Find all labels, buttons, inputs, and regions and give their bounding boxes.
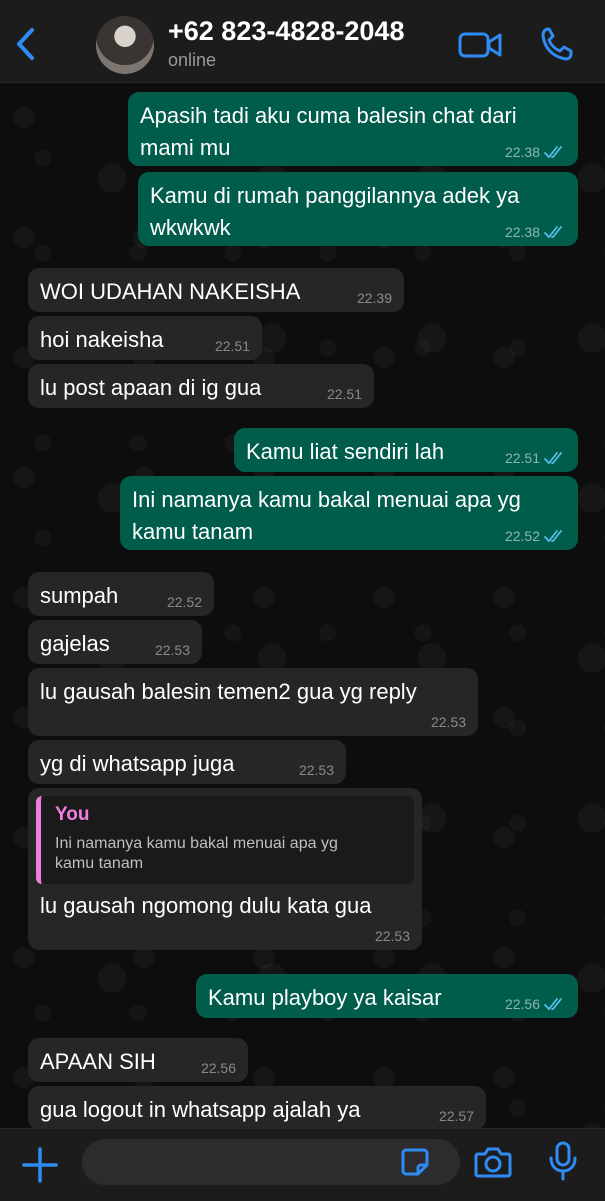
video-call-icon[interactable] [458, 30, 502, 60]
message-meta: 22.53 [299, 762, 334, 778]
message-meta: 22.51 [505, 450, 566, 466]
message-text: Apasih tadi aku cuma balesin chat dari m… [140, 103, 517, 160]
incoming-message[interactable]: lu post apaan di ig gua 22.51 [28, 364, 374, 408]
message-meta: 22.52 [505, 528, 566, 544]
message-text: lu post apaan di ig gua [40, 375, 262, 400]
message-time: 22.51 [214, 338, 250, 354]
incoming-message[interactable]: lu gausah balesin temen2 gua yg reply 22.… [28, 668, 478, 736]
message-text: yg di whatsapp juga [40, 751, 235, 776]
message-meta: 22.51 [327, 386, 362, 402]
quoted-reply[interactable]: You Ini namanya kamu bakal menuai apa yg … [36, 796, 414, 884]
incoming-message[interactable]: hoi nakeisha 22.51 [28, 316, 262, 360]
message-time: 22.56 [504, 996, 540, 1012]
outgoing-message[interactable]: Kamu di rumah panggilannya adek ya wkwkw… [138, 172, 578, 246]
quoted-author: You [55, 804, 90, 825]
quoted-text: Ini namanya kamu bakal menuai apa yg kam… [55, 835, 338, 872]
message-time: 22.52 [166, 594, 202, 610]
message-text: Kamu di rumah panggilannya adek ya wkwkw… [150, 183, 520, 240]
message-text: gua logout in whatsapp ajalah ya [40, 1097, 361, 1122]
sticker-icon[interactable] [400, 1147, 430, 1177]
read-ticks-icon [544, 452, 562, 465]
message-time: 22.56 [200, 1060, 236, 1076]
message-time: 22.53 [154, 642, 190, 658]
message-meta: 22.51 [215, 338, 250, 354]
message-meta: 22.53 [431, 714, 466, 730]
outgoing-message[interactable]: Apasih tadi aku cuma balesin chat dari m… [128, 92, 578, 166]
avatar[interactable] [96, 16, 154, 74]
camera-icon[interactable] [474, 1145, 512, 1179]
incoming-message[interactable]: You Ini namanya kamu bakal menuai apa yg … [28, 788, 422, 950]
incoming-message[interactable]: WOI UDAHAN NAKEISHA 22.39 [28, 268, 404, 312]
message-meta: 22.39 [357, 290, 392, 306]
microphone-icon[interactable] [548, 1141, 578, 1181]
composer-bar [0, 1128, 605, 1201]
incoming-message[interactable]: yg di whatsapp juga 22.53 [28, 740, 346, 784]
outgoing-message[interactable]: Kamu liat sendiri lah 22.51 [234, 428, 578, 472]
message-meta: 22.56 [505, 996, 566, 1012]
message-meta: 22.53 [155, 642, 190, 658]
message-time: 22.38 [504, 224, 540, 240]
incoming-message[interactable]: gajelas 22.53 [28, 620, 202, 664]
read-ticks-icon [544, 530, 562, 543]
message-time: 22.57 [438, 1108, 474, 1124]
message-time: 22.51 [504, 450, 540, 466]
contact-status: online [168, 50, 217, 70]
message-meta: 22.38 [505, 144, 566, 160]
chat-header: +62 823-4828-2048 online [0, 0, 605, 83]
message-meta: 22.38 [505, 224, 566, 240]
read-ticks-icon [544, 146, 562, 159]
incoming-message[interactable]: APAAN SIH 22.56 [28, 1038, 248, 1082]
read-ticks-icon [544, 998, 562, 1011]
message-time: 22.39 [356, 290, 392, 306]
message-text: lu gausah balesin temen2 gua yg reply [40, 679, 417, 704]
message-time: 22.53 [374, 928, 410, 944]
read-ticks-icon [544, 226, 562, 239]
message-time: 22.53 [430, 714, 466, 730]
message-text: Ini namanya kamu bakal menuai apa yg kam… [132, 487, 521, 544]
message-meta: 22.56 [201, 1060, 236, 1076]
phone-icon[interactable] [540, 26, 574, 62]
message-meta: 22.53 [375, 928, 410, 944]
message-meta: 22.52 [167, 594, 202, 610]
message-time: 22.51 [326, 386, 362, 402]
plus-icon[interactable] [22, 1147, 58, 1183]
incoming-message[interactable]: sumpah 22.52 [28, 572, 214, 616]
message-time: 22.38 [504, 144, 540, 160]
outgoing-message[interactable]: Ini namanya kamu bakal menuai apa yg kam… [120, 476, 578, 550]
message-time: 22.52 [504, 528, 540, 544]
message-text: WOI UDAHAN NAKEISHA [40, 279, 301, 304]
outgoing-message[interactable]: Kamu playboy ya kaisar 22.56 [196, 974, 578, 1018]
message-text: lu gausah ngomong dulu kata gua [40, 893, 372, 918]
message-time: 22.53 [298, 762, 334, 778]
contact-name[interactable]: +62 823-4828-2048 [168, 16, 404, 47]
incoming-message[interactable]: gua logout in whatsapp ajalah ya 22.57 [28, 1086, 486, 1130]
message-meta: 22.57 [439, 1108, 474, 1124]
chevron-left-icon[interactable] [12, 24, 40, 64]
